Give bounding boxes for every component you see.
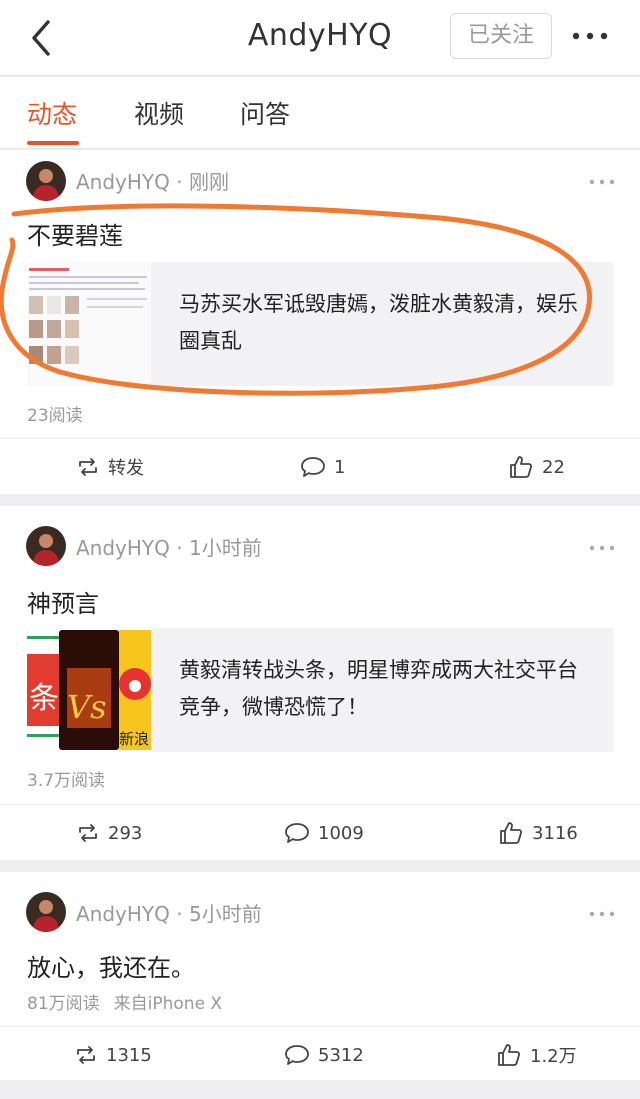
avatar[interactable] <box>26 892 66 932</box>
read-count: 81万阅读 来自iPhone X <box>27 994 223 1014</box>
repost-icon <box>79 824 97 842</box>
article-link-card[interactable]: 条 Vs 新浪 黄毅清转战头条，明星博弈成两大社交平台竞争，微博恐慌了！ <box>27 628 613 752</box>
article-thumbnail: 条 Vs 新浪 <box>27 628 151 752</box>
feed-post: AndyHYQ · 刚刚 不要碧莲 马苏买水军诋毁唐嫣，泼脏水黄毅清，娱乐圈真乱… <box>0 150 640 494</box>
author-name[interactable]: AndyHYQ <box>76 536 170 560</box>
post-time: 1小时前 <box>188 536 262 560</box>
avatar[interactable] <box>26 526 66 566</box>
post-meta: AndyHYQ · 1小时前 <box>76 536 262 560</box>
comment-button[interactable]: 1009 <box>284 819 364 847</box>
comment-icon <box>285 1045 309 1065</box>
post-time: 5小时前 <box>188 902 262 926</box>
post-more-icon[interactable] <box>588 544 616 552</box>
post-action-bar: 1315 5312 1.2万 <box>0 1026 640 1082</box>
thumbs-up-icon <box>500 822 523 844</box>
feed-post: AndyHYQ · 1小时前 神预言 条 Vs 新浪 黄毅清转战头条，明星博弈成 <box>0 506 640 860</box>
repost-button[interactable]: 293 <box>76 819 142 847</box>
post-time: 刚刚 <box>188 170 229 194</box>
tab-qa[interactable]: 问答 <box>240 95 290 131</box>
repost-button[interactable]: 转发 <box>76 453 144 481</box>
post-text: 神预言 <box>27 590 99 618</box>
post-action-bar: 转发 1 22 <box>0 438 640 494</box>
like-button[interactable]: 22 <box>508 453 565 481</box>
post-more-icon[interactable] <box>588 178 616 186</box>
top-nav-bar: AndyHYQ 已关注 <box>0 0 640 76</box>
tab-bar: 动态 视频 问答 <box>0 77 640 149</box>
more-options-icon[interactable] <box>570 26 610 46</box>
read-count: 23阅读 <box>27 406 83 426</box>
post-text: 不要碧莲 <box>27 222 123 250</box>
thumb-right-text: 新浪 <box>119 730 149 748</box>
repost-icon <box>77 1046 95 1064</box>
comment-icon <box>301 457 325 477</box>
repost-icon <box>79 458 97 476</box>
thumbs-up-icon <box>498 1044 521 1066</box>
thumbs-up-icon <box>510 456 533 478</box>
tab-dynamics[interactable]: 动态 <box>27 95 77 131</box>
post-source: 来自iPhone X <box>113 994 223 1014</box>
active-tab-indicator <box>27 141 79 145</box>
feed-post: AndyHYQ · 5小时前 放心，我还在。 81万阅读 来自iPhone X 1… <box>0 872 640 1080</box>
like-button[interactable]: 1.2万 <box>496 1041 577 1069</box>
article-title: 马苏买水军诋毁唐嫣，泼脏水黄毅清，娱乐圈真乱 <box>179 292 578 353</box>
tab-videos[interactable]: 视频 <box>134 95 184 131</box>
post-meta: AndyHYQ · 刚刚 <box>76 170 229 194</box>
article-link-card[interactable]: 马苏买水军诋毁唐嫣，泼脏水黄毅清，娱乐圈真乱 <box>27 262 613 386</box>
article-thumbnail <box>27 262 151 386</box>
article-title: 黄毅清转战头条，明星博弈成两大社交平台竞争，微博恐慌了！ <box>179 658 578 719</box>
author-name[interactable]: AndyHYQ <box>76 902 170 926</box>
thumb-left-text: 条 <box>29 681 59 716</box>
comment-button[interactable]: 1 <box>300 453 345 481</box>
post-meta: AndyHYQ · 5小时前 <box>76 902 262 926</box>
avatar[interactable] <box>26 161 66 201</box>
post-text: 放心，我还在。 <box>27 954 195 982</box>
repost-button[interactable]: 1315 <box>74 1041 152 1069</box>
thumb-vs-text: Vs <box>67 688 107 726</box>
comment-button[interactable]: 5312 <box>284 1041 364 1069</box>
post-more-icon[interactable] <box>588 910 616 918</box>
author-name[interactable]: AndyHYQ <box>76 170 170 194</box>
followed-button[interactable]: 已关注 <box>450 13 552 59</box>
comment-icon <box>285 823 309 843</box>
post-action-bar: 293 1009 3116 <box>0 804 640 860</box>
like-button[interactable]: 3116 <box>498 819 578 847</box>
read-count: 3.7万阅读 <box>27 771 106 791</box>
